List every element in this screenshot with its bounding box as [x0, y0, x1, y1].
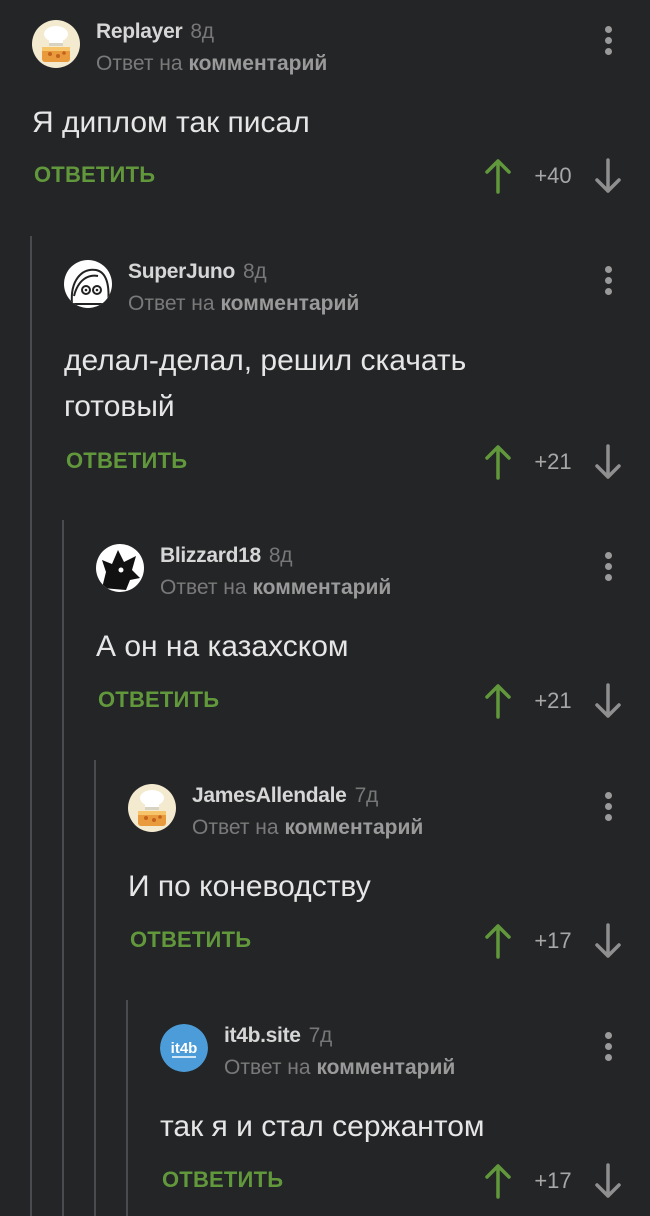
vote-score: +21 [534, 449, 572, 474]
comment-age: 7д [354, 784, 379, 807]
reply-to-line: Ответ на комментарий [96, 52, 327, 76]
comment-text: Я диплом так писал [32, 100, 310, 146]
comment: JamesAllendale 7д Ответ на комментарий И … [96, 760, 650, 980]
author-name[interactable]: SuperJuno 8д [128, 260, 267, 284]
reply-button[interactable]: ОТВЕТИТЬ [98, 687, 219, 713]
comment-age: 8д [190, 20, 214, 43]
downvote-arrow-icon[interactable] [593, 683, 623, 719]
comment-age: 8д [242, 260, 267, 283]
vote-score: +17 [534, 1168, 572, 1193]
reply-to-line: Ответ на комментарий [192, 816, 423, 840]
avatar[interactable]: it4b [160, 1024, 208, 1072]
avatar[interactable] [128, 784, 176, 832]
downvote-arrow-icon[interactable] [593, 158, 623, 194]
reply-to-link[interactable]: комментарий [188, 52, 327, 75]
it4b-logo-avatar-icon: it4b [160, 1024, 208, 1072]
reply-to-link[interactable]: комментарий [284, 816, 423, 839]
vote-score: +40 [534, 163, 572, 188]
comment-text-line: И по коневодству [128, 870, 371, 903]
cartoon-face-avatar-icon [64, 260, 112, 308]
reply-button[interactable]: ОТВЕТИТЬ [66, 448, 187, 474]
reply-to-link[interactable]: комментарий [316, 1056, 455, 1079]
reply-to-prefix: Ответ на [192, 816, 279, 839]
reply-to-prefix: Ответ на [96, 52, 183, 75]
upvote-arrow-icon[interactable] [483, 158, 513, 194]
downvote-arrow-icon[interactable] [593, 923, 623, 959]
comment-text-line: готовый [64, 390, 175, 423]
author-name-text[interactable]: SuperJuno [128, 260, 235, 283]
avatar[interactable] [96, 544, 144, 592]
upvote-arrow-icon[interactable] [483, 444, 513, 480]
comment-text-line: А он на казахском [96, 630, 349, 663]
more-options-icon[interactable] [598, 550, 618, 584]
comment-age: 7д [308, 1024, 333, 1047]
comment: Replayer 8д Ответ на комментарий Я диплом… [0, 0, 650, 210]
reply-to-link[interactable]: комментарий [220, 292, 359, 315]
comment-text-line: так я и стал сержантом [160, 1110, 485, 1143]
reply-to-prefix: Ответ на [224, 1056, 311, 1079]
author-name-text[interactable]: Blizzard18 [160, 544, 261, 567]
downvote-arrow-icon[interactable] [593, 1163, 623, 1199]
avatar[interactable] [64, 260, 112, 308]
reply-button[interactable]: ОТВЕТИТЬ [130, 927, 251, 953]
comment-text-line: делал-делал, решил скачать [64, 344, 467, 377]
comment-text: делал-делал, решил скачать готовый [64, 338, 466, 430]
author-name-text[interactable]: it4b.site [224, 1024, 301, 1047]
vote-score: +21 [534, 688, 572, 713]
comment-text: А он на казахском [96, 624, 349, 670]
reply-to-line: Ответ на комментарий [160, 576, 391, 600]
comment-thread: Replayer 8д Ответ на комментарий Я диплом… [0, 0, 650, 1216]
reply-button[interactable]: ОТВЕТИТЬ [162, 1167, 283, 1193]
comment-age: 8д [268, 544, 293, 567]
downvote-arrow-icon[interactable] [593, 444, 623, 480]
comment: Blizzard18 8д Ответ на комментарий А он н… [64, 520, 650, 740]
author-name[interactable]: Blizzard18 8д [160, 544, 293, 568]
author-name[interactable]: it4b.site 7д [224, 1024, 332, 1048]
author-name-text[interactable]: JamesAllendale [192, 784, 347, 807]
comment: it4b it4b.site 7д Ответ на комментарий та… [128, 1000, 650, 1216]
svg-text:it4b: it4b [171, 1040, 198, 1057]
author-name-text[interactable]: Replayer [96, 20, 183, 43]
more-options-icon[interactable] [598, 264, 618, 298]
reply-to-line: Ответ на комментарий [128, 292, 359, 316]
reply-to-line: Ответ на комментарий [224, 1056, 455, 1080]
chef-hat-cake-avatar-icon [32, 20, 80, 68]
black-silhouette-avatar-icon [96, 544, 144, 592]
reply-to-link[interactable]: комментарий [252, 576, 391, 599]
author-name[interactable]: JamesAllendale 7д [192, 784, 378, 808]
more-options-icon[interactable] [598, 1030, 618, 1064]
author-name[interactable]: Replayer 8д [96, 20, 214, 44]
more-options-icon[interactable] [598, 790, 618, 824]
reply-button[interactable]: ОТВЕТИТЬ [34, 162, 155, 188]
chef-hat-cake-avatar-icon [128, 784, 176, 832]
upvote-arrow-icon[interactable] [483, 923, 513, 959]
reply-to-prefix: Ответ на [128, 292, 215, 315]
upvote-arrow-icon[interactable] [483, 683, 513, 719]
comment: SuperJuno 8д Ответ на комментарий делал-д… [32, 236, 650, 496]
reply-to-prefix: Ответ на [160, 576, 247, 599]
upvote-arrow-icon[interactable] [483, 1163, 513, 1199]
vote-score: +17 [534, 928, 572, 953]
comment-text: так я и стал сержантом [160, 1104, 485, 1150]
avatar[interactable] [32, 20, 80, 68]
comment-text: И по коневодству [128, 864, 371, 910]
more-options-icon[interactable] [598, 24, 618, 58]
comment-text-line: Я диплом так писал [32, 106, 310, 139]
